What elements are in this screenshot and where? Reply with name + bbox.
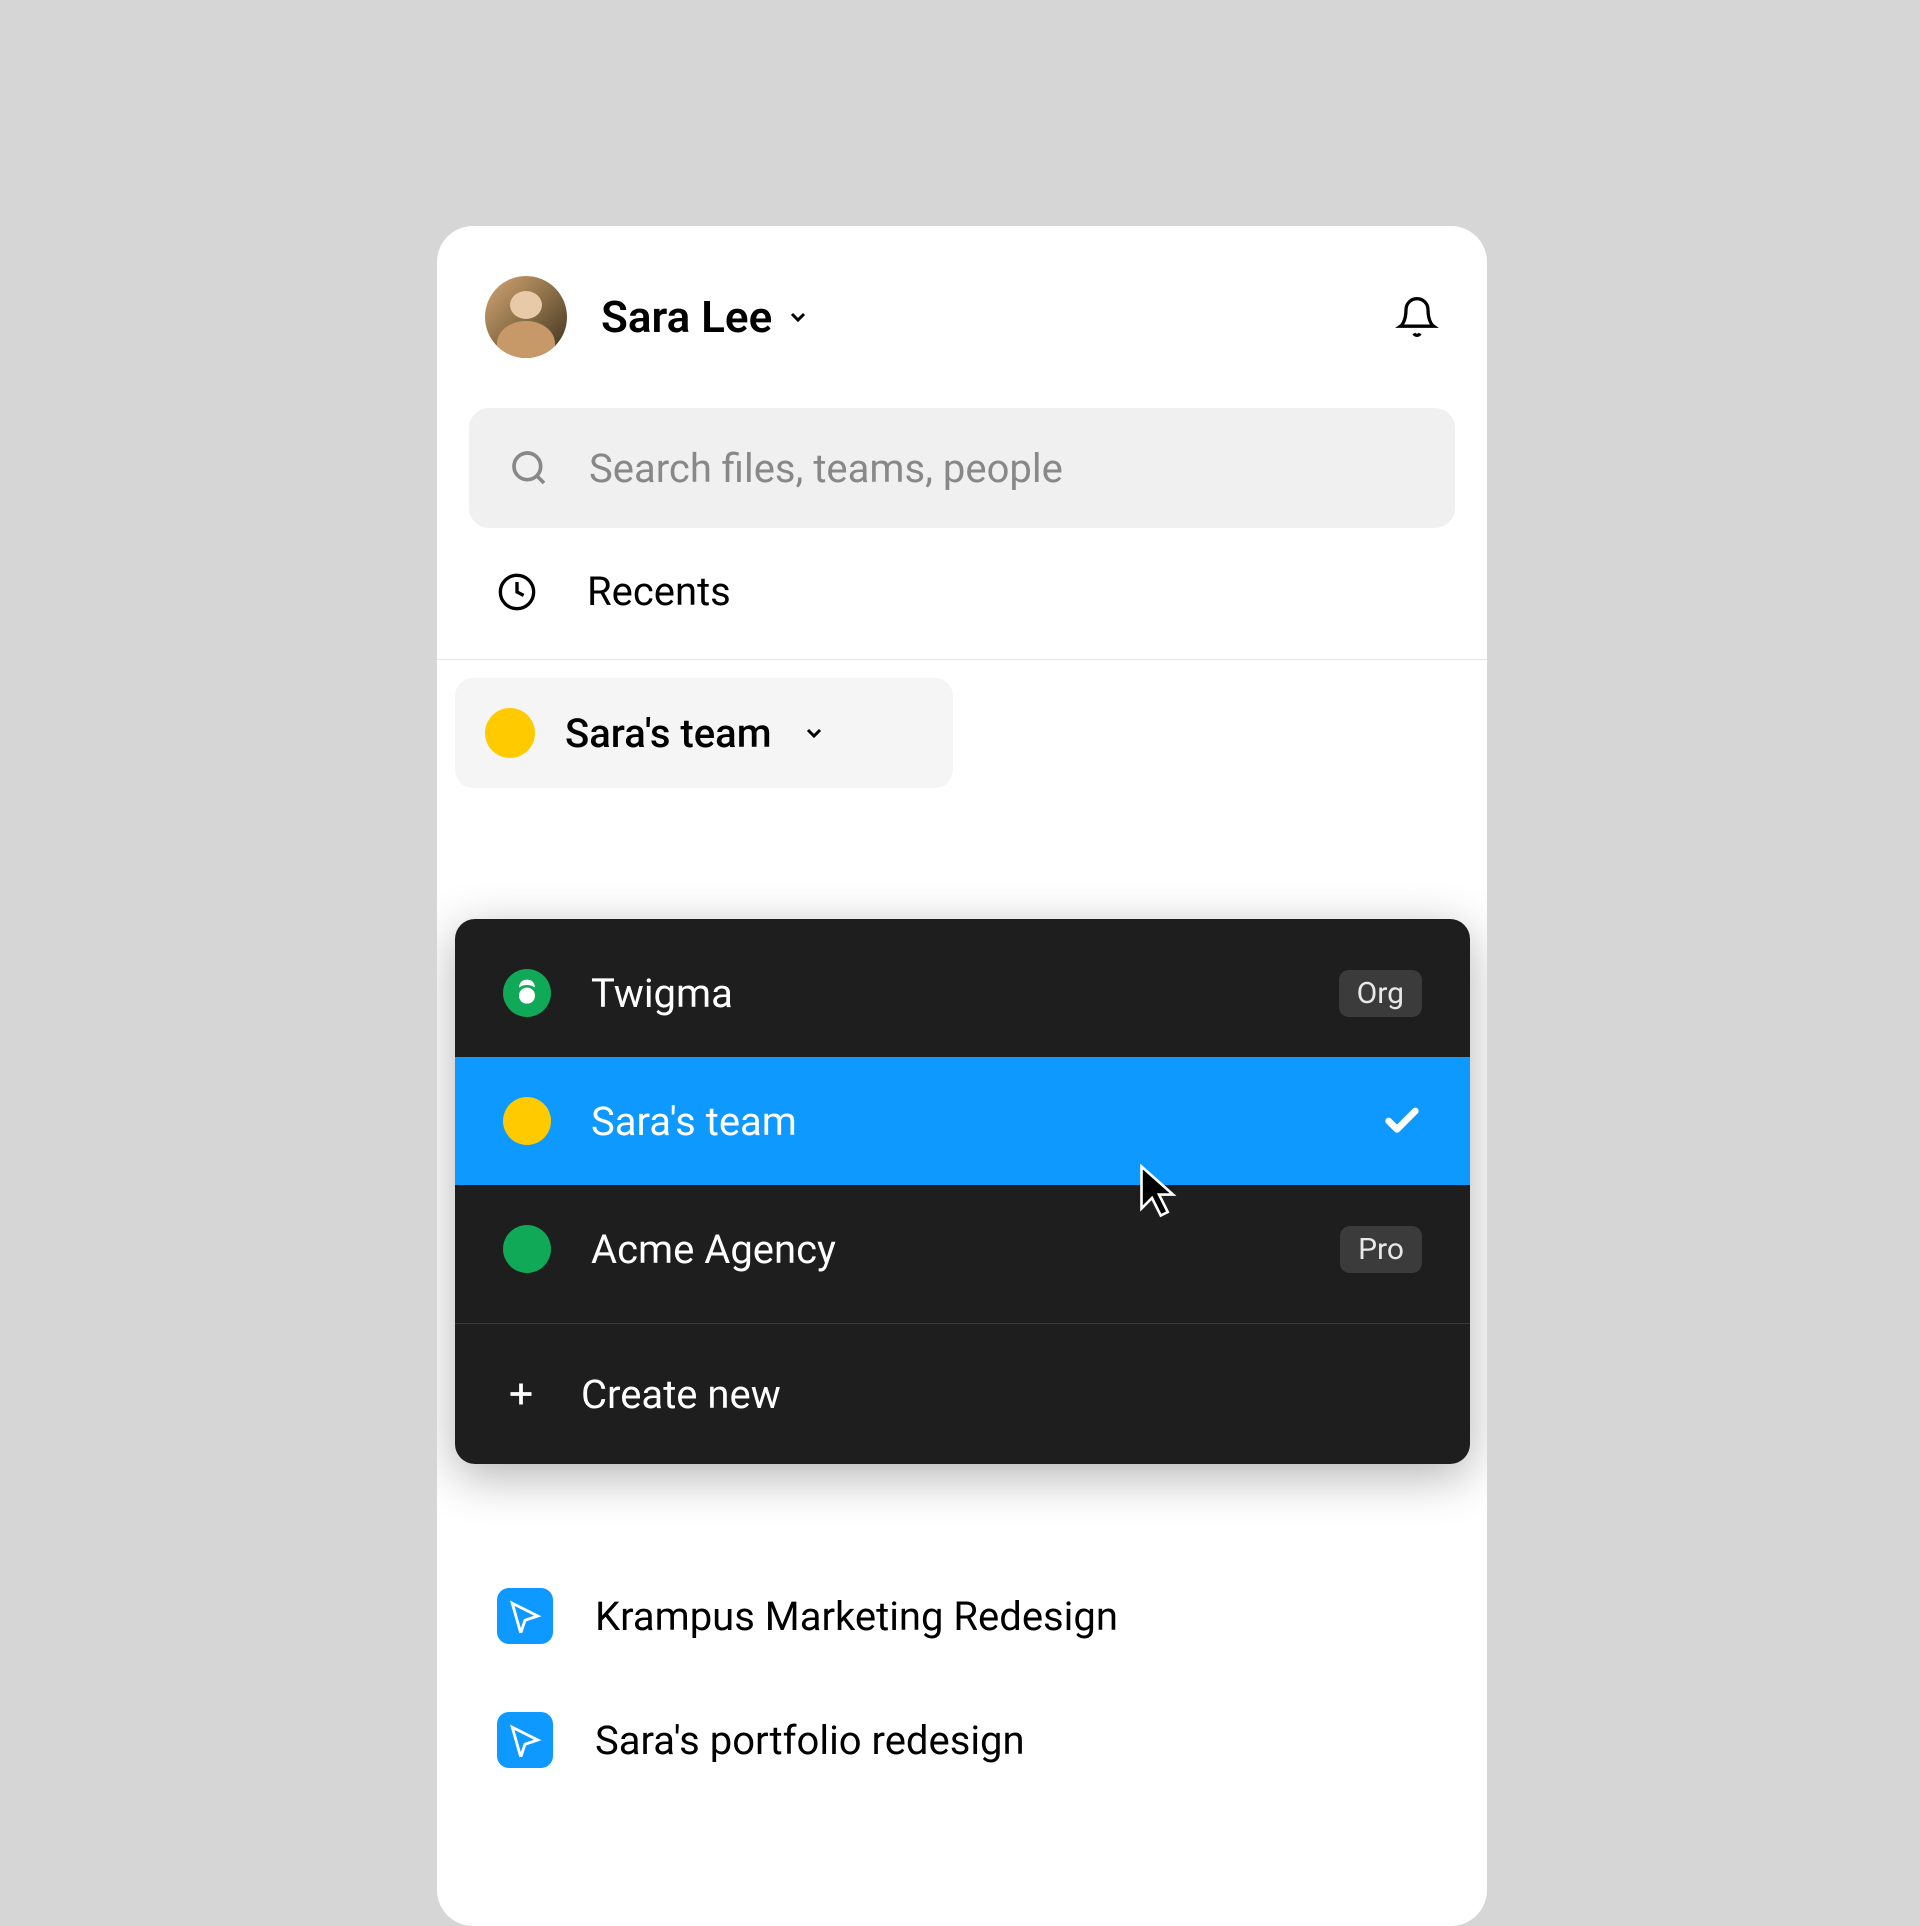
plus-icon: [503, 1376, 539, 1412]
team-dropdown: Twigma Org Sara's team Acme Agency Pro C…: [455, 919, 1470, 1464]
file-list: Krampus Marketing Redesign Sara's portfo…: [437, 1554, 1487, 1802]
team-color-dot: [485, 708, 535, 758]
team-name: Sara's team: [565, 710, 772, 757]
recents-nav[interactable]: Recents: [437, 528, 1487, 660]
file-item[interactable]: Krampus Marketing Redesign: [437, 1554, 1487, 1678]
dropdown-item-label: Twigma: [591, 970, 1299, 1017]
chevron-down-icon: [802, 721, 826, 745]
dropdown-item-twigma[interactable]: Twigma Org: [455, 929, 1470, 1057]
dropdown-item-label: Acme Agency: [591, 1226, 1300, 1273]
chevron-down-icon: [786, 305, 810, 329]
team-color-dot: [503, 1225, 551, 1273]
check-icon: [1382, 1101, 1422, 1141]
search-bar[interactable]: [469, 408, 1455, 528]
team-selector[interactable]: Sara's team: [455, 678, 953, 788]
user-name: Sara Lee: [601, 291, 772, 343]
team-color-dot: [503, 1097, 551, 1145]
file-name: Sara's portfolio redesign: [595, 1717, 1025, 1764]
dropdown-item-label: Sara's team: [591, 1098, 1342, 1145]
create-new-label: Create new: [581, 1371, 781, 1418]
plan-badge: Org: [1339, 970, 1422, 1017]
design-file-icon: [497, 1712, 553, 1768]
file-item[interactable]: Sara's portfolio redesign: [437, 1678, 1487, 1802]
avatar[interactable]: [485, 276, 567, 358]
bell-icon[interactable]: [1395, 295, 1439, 339]
header: Sara Lee: [437, 226, 1487, 388]
file-name: Krampus Marketing Redesign: [595, 1593, 1118, 1640]
org-avatar-icon: [503, 969, 551, 1017]
sidebar-panel: Sara Lee Recents Sara's team: [437, 226, 1487, 1926]
dropdown-item-saras-team[interactable]: Sara's team: [455, 1057, 1470, 1185]
search-input[interactable]: [589, 445, 1415, 492]
user-dropdown[interactable]: Sara Lee: [601, 291, 810, 343]
recents-label: Recents: [587, 568, 731, 615]
clock-icon: [497, 572, 537, 612]
create-new[interactable]: Create new: [455, 1324, 1470, 1464]
plan-badge: Pro: [1340, 1226, 1422, 1273]
search-icon: [509, 448, 549, 488]
dropdown-item-acme[interactable]: Acme Agency Pro: [455, 1185, 1470, 1313]
design-file-icon: [497, 1588, 553, 1644]
